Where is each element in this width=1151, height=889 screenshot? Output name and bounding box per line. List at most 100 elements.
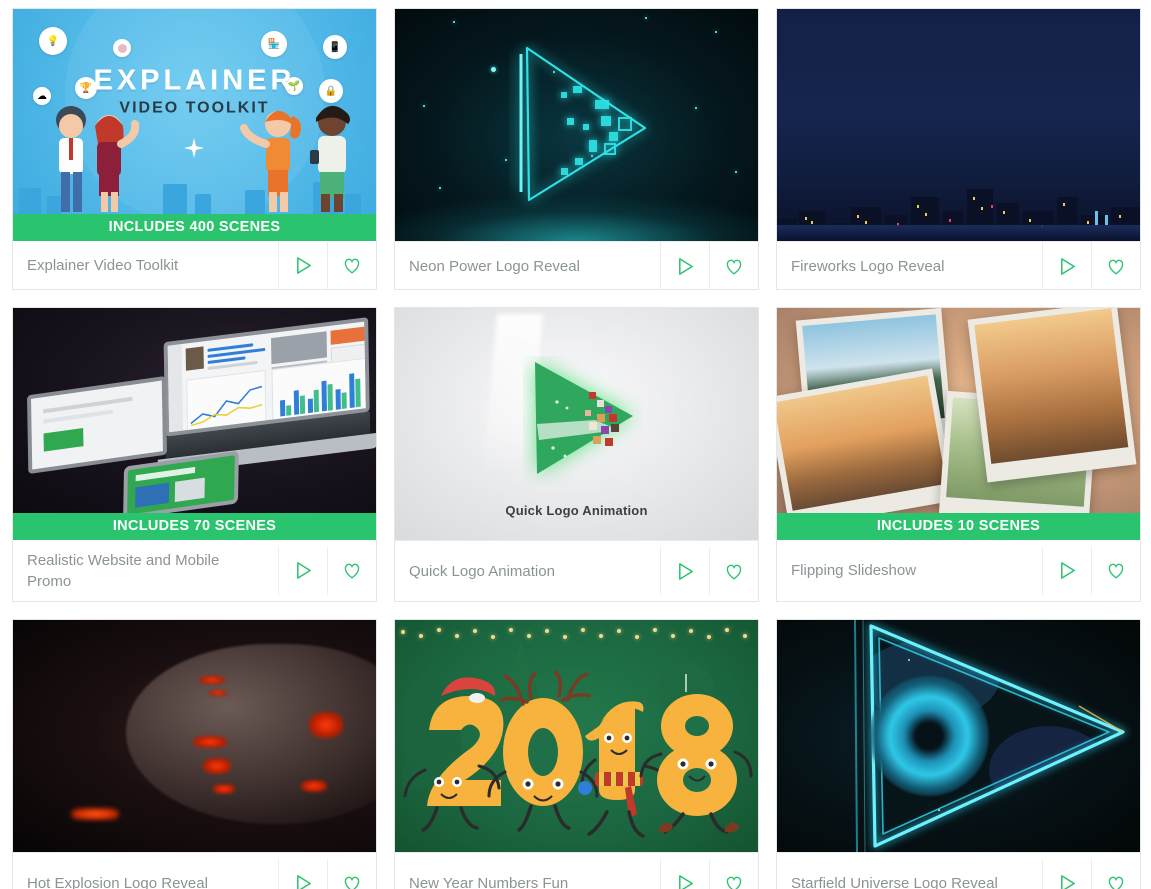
- card-footer: Neon Power Logo Reveal: [395, 241, 758, 289]
- starfield-universe-logo-reveal-thumbnail: [777, 620, 1140, 852]
- card-footer: Explainer Video Toolkit: [13, 241, 376, 289]
- new-year-numbers-fun-thumbnail: [395, 620, 758, 852]
- heart-icon: [726, 564, 742, 579]
- overlay-title-line-1: EXPLAINER: [93, 64, 296, 97]
- photo-frame: [777, 368, 956, 513]
- play-icon: [296, 874, 311, 889]
- card-footer: Realistic Website and Mobile Promo: [13, 540, 376, 601]
- explainer-video-toolkit-thumbnail: 💡 🏪 📱 ☁ 🏆 🌱 🔒 EXPLAINER VIDEO TOOLKIT: [13, 9, 376, 214]
- heart-icon: [344, 258, 360, 274]
- favorite-button[interactable]: [709, 547, 758, 595]
- card-footer: Quick Logo Animation: [395, 540, 758, 601]
- product-card[interactable]: INCLUDES 70 SCENES Realistic Website and…: [12, 307, 377, 602]
- play-icon: [678, 874, 693, 889]
- card-title: New Year Numbers Fun: [409, 874, 569, 889]
- play-button[interactable]: [660, 859, 709, 889]
- card-thumbnail[interactable]: [395, 620, 758, 852]
- favorite-button[interactable]: [709, 242, 758, 289]
- flipping-slideshow-thumbnail: [777, 308, 1140, 513]
- play-button[interactable]: [278, 241, 327, 289]
- ember-streak: [71, 808, 119, 820]
- play-icon: [678, 562, 693, 580]
- quick-logo-triangle: [535, 362, 633, 474]
- play-button[interactable]: [660, 547, 709, 595]
- play-icon: [296, 562, 311, 579]
- sparkle-icon: [184, 138, 204, 158]
- product-card[interactable]: Fireworks Logo Reveal: [776, 8, 1141, 290]
- card-thumbnail[interactable]: [777, 9, 1140, 241]
- dot-icon: [113, 39, 131, 57]
- product-card[interactable]: Neon Power Logo Reveal: [394, 8, 759, 290]
- card-footer: New Year Numbers Fun: [395, 852, 758, 889]
- favorite-button[interactable]: [1091, 546, 1140, 595]
- card-title: Hot Explosion Logo Reveal: [27, 874, 208, 889]
- product-card[interactable]: New Year Numbers Fun: [394, 619, 759, 889]
- card-footer: Hot Explosion Logo Reveal: [13, 852, 376, 889]
- play-icon: [1060, 562, 1075, 579]
- play-button[interactable]: [278, 859, 327, 889]
- card-thumbnail[interactable]: [777, 620, 1140, 852]
- card-title: Quick Logo Animation: [409, 562, 555, 580]
- store-icon: 🏪: [261, 31, 287, 57]
- device-icon: 📱: [323, 35, 347, 59]
- heart-icon: [1108, 259, 1124, 274]
- favorite-button[interactable]: [327, 859, 376, 889]
- card-title: Neon Power Logo Reveal: [409, 257, 580, 275]
- card-title: Fireworks Logo Reveal: [791, 257, 945, 275]
- favorite-button[interactable]: [327, 546, 376, 595]
- product-card[interactable]: Starfield Universe Logo Reveal: [776, 619, 1141, 889]
- play-button[interactable]: [1042, 242, 1091, 289]
- realistic-website-and-mobile-promo-thumbnail: [13, 308, 376, 513]
- heart-icon: [344, 876, 360, 889]
- card-title: Explainer Video Toolkit: [27, 257, 179, 274]
- heart-icon: [726, 259, 742, 274]
- favorite-button[interactable]: [709, 859, 758, 889]
- card-footer: Fireworks Logo Reveal: [777, 241, 1140, 289]
- card-title: Flipping Slideshow: [791, 562, 917, 579]
- heart-icon: [726, 876, 742, 889]
- card-title: Starfield Universe Logo Reveal: [791, 874, 998, 889]
- card-thumbnail[interactable]: 💡 🏪 📱 ☁ 🏆 🌱 🔒 EXPLAINER VIDEO TOOLKIT: [13, 9, 376, 214]
- bulb-icon: 💡: [39, 27, 67, 55]
- play-icon: [1060, 874, 1075, 889]
- card-thumbnail[interactable]: Quick Logo Animation: [395, 308, 758, 540]
- character-group-right: [240, 105, 350, 212]
- play-icon: [678, 257, 693, 275]
- product-card[interactable]: INCLUDES 10 SCENES Flipping Slideshow: [776, 307, 1141, 602]
- hot-explosion-logo-reveal-thumbnail: [13, 620, 376, 852]
- favorite-button[interactable]: [1091, 859, 1140, 889]
- card-thumbnail[interactable]: [13, 620, 376, 852]
- favorite-button[interactable]: [327, 241, 376, 289]
- card-title: Realistic Website and Mobile Promo: [27, 551, 220, 590]
- product-card[interactable]: 💡 🏪 📱 ☁ 🏆 🌱 🔒 EXPLAINER VIDEO TOOLKIT IN…: [12, 8, 377, 290]
- photo-frame: [967, 308, 1137, 483]
- card-thumbnail[interactable]: [777, 308, 1140, 513]
- play-button[interactable]: [660, 242, 709, 289]
- favorite-button[interactable]: [1091, 242, 1140, 289]
- neon-triangle-logo: [519, 46, 646, 202]
- character-group-left: [56, 106, 140, 212]
- fireworks-logo-reveal-thumbnail: [777, 9, 1140, 241]
- string-lights: [395, 620, 758, 642]
- scenes-badge: INCLUDES 400 SCENES: [13, 214, 376, 241]
- product-card[interactable]: Quick Logo Animation Quick Logo Animatio…: [394, 307, 759, 602]
- scenes-badge: INCLUDES 70 SCENES: [13, 513, 376, 540]
- heart-icon: [1108, 876, 1124, 889]
- neon-power-logo-reveal-thumbnail: [395, 9, 758, 241]
- heart-icon: [1108, 563, 1124, 579]
- card-footer: Starfield Universe Logo Reveal: [777, 852, 1140, 889]
- card-thumbnail[interactable]: [395, 9, 758, 241]
- scenes-badge: INCLUDES 10 SCENES: [777, 513, 1140, 540]
- quick-logo-animation-thumbnail: Quick Logo Animation: [395, 308, 758, 540]
- heart-icon: [344, 563, 360, 579]
- card-thumbnail[interactable]: [13, 308, 376, 513]
- play-button[interactable]: [1042, 859, 1091, 889]
- laptop-mockup: [157, 317, 376, 475]
- vortex-core: [869, 676, 990, 796]
- play-icon: [296, 257, 311, 274]
- product-card[interactable]: Hot Explosion Logo Reveal: [12, 619, 377, 889]
- play-button[interactable]: [1042, 546, 1091, 595]
- template-card-grid: 💡 🏪 📱 ☁ 🏆 🌱 🔒 EXPLAINER VIDEO TOOLKIT IN…: [0, 0, 1151, 889]
- play-button[interactable]: [278, 546, 327, 595]
- numbers-2018-characters: [403, 670, 753, 838]
